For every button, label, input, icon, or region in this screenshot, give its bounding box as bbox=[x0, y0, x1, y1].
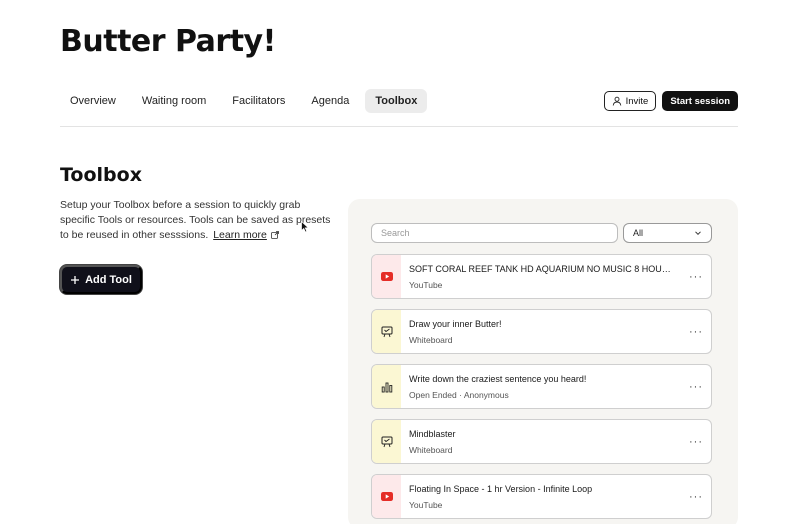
tool-type-badge bbox=[372, 475, 401, 518]
tool-card[interactable]: Floating In Space - 1 hr Version - Infin… bbox=[371, 474, 712, 519]
tool-type-badge bbox=[372, 365, 401, 408]
add-tool-label: Add Tool bbox=[85, 273, 132, 286]
section-title: Toolbox bbox=[60, 164, 142, 186]
app-title: Butter Party! bbox=[60, 24, 276, 59]
more-options-icon[interactable]: ··· bbox=[681, 365, 711, 408]
tool-title: Mindblaster bbox=[409, 429, 456, 439]
section-description: Setup your Toolbox before a session to q… bbox=[60, 198, 332, 243]
user-icon bbox=[612, 96, 621, 106]
youtube-icon bbox=[380, 492, 393, 501]
whiteboard-icon bbox=[381, 436, 392, 447]
nav-tabs: Overview Waiting room Facilitators Agend… bbox=[60, 89, 428, 113]
tab-agenda[interactable]: Agenda bbox=[301, 89, 359, 113]
search-input[interactable]: Search bbox=[371, 223, 618, 243]
invite-button[interactable]: Invite bbox=[603, 91, 657, 111]
tool-type-badge bbox=[372, 310, 401, 353]
mouse-cursor-icon bbox=[301, 221, 310, 233]
tool-card[interactable]: SOFT CORAL REEF TANK HD AQUARIUM NO MUSI… bbox=[371, 254, 712, 299]
tool-subtitle: Whiteboard bbox=[409, 335, 453, 345]
tool-card-body: Floating In Space - 1 hr Version - Infin… bbox=[401, 475, 681, 518]
tool-title: Write down the craziest sentence you hea… bbox=[409, 374, 587, 384]
plus-icon bbox=[71, 275, 80, 284]
tool-card[interactable]: Write down the craziest sentence you hea… bbox=[371, 364, 712, 409]
description-text: Setup your Toolbox before a session to q… bbox=[60, 199, 331, 241]
bar-chart-icon bbox=[381, 382, 392, 392]
tool-subtitle: Open Ended · Anonymous bbox=[409, 390, 509, 400]
tab-facilitators[interactable]: Facilitators bbox=[222, 89, 295, 113]
tool-card-body: SOFT CORAL REEF TANK HD AQUARIUM NO MUSI… bbox=[401, 255, 681, 298]
chevron-down-icon bbox=[695, 231, 701, 236]
tab-waiting-room[interactable]: Waiting room bbox=[132, 89, 216, 113]
tool-card-body: Mindblaster Whiteboard bbox=[401, 420, 681, 463]
tool-subtitle: Whiteboard bbox=[409, 445, 453, 455]
youtube-icon bbox=[380, 272, 393, 281]
more-options-icon[interactable]: ··· bbox=[681, 310, 711, 353]
tab-toolbox[interactable]: Toolbox bbox=[365, 89, 428, 113]
tool-subtitle: YouTube bbox=[409, 500, 443, 510]
type-filter-select[interactable]: All bbox=[623, 223, 712, 243]
tool-title: SOFT CORAL REEF TANK HD AQUARIUM NO MUSI… bbox=[409, 264, 671, 274]
tool-subtitle: YouTube bbox=[409, 280, 443, 290]
learn-more-link[interactable]: Learn more bbox=[213, 229, 267, 241]
tool-card[interactable]: Draw your inner Butter! Whiteboard ··· bbox=[371, 309, 712, 354]
type-filter-value: All bbox=[633, 228, 644, 238]
tool-title: Draw your inner Butter! bbox=[409, 319, 502, 329]
tool-type-badge bbox=[372, 420, 401, 463]
more-options-icon[interactable]: ··· bbox=[681, 475, 711, 518]
header-divider bbox=[60, 126, 738, 127]
tool-card-body: Draw your inner Butter! Whiteboard bbox=[401, 310, 681, 353]
more-options-icon[interactable]: ··· bbox=[681, 420, 711, 463]
invite-label: Invite bbox=[625, 95, 649, 107]
tool-card-body: Write down the craziest sentence you hea… bbox=[401, 365, 681, 408]
start-session-button[interactable]: Start session bbox=[662, 91, 738, 111]
add-tool-button[interactable]: Add Tool bbox=[60, 265, 142, 294]
more-options-icon[interactable]: ··· bbox=[681, 255, 711, 298]
external-link-icon[interactable] bbox=[270, 231, 279, 239]
tab-overview[interactable]: Overview bbox=[60, 89, 126, 113]
tool-card[interactable]: Mindblaster Whiteboard ··· bbox=[371, 419, 712, 464]
header-actions: Invite Start session bbox=[603, 91, 738, 111]
tool-title: Floating In Space - 1 hr Version - Infin… bbox=[409, 484, 593, 494]
tool-type-badge bbox=[372, 255, 401, 298]
whiteboard-icon bbox=[381, 326, 392, 337]
